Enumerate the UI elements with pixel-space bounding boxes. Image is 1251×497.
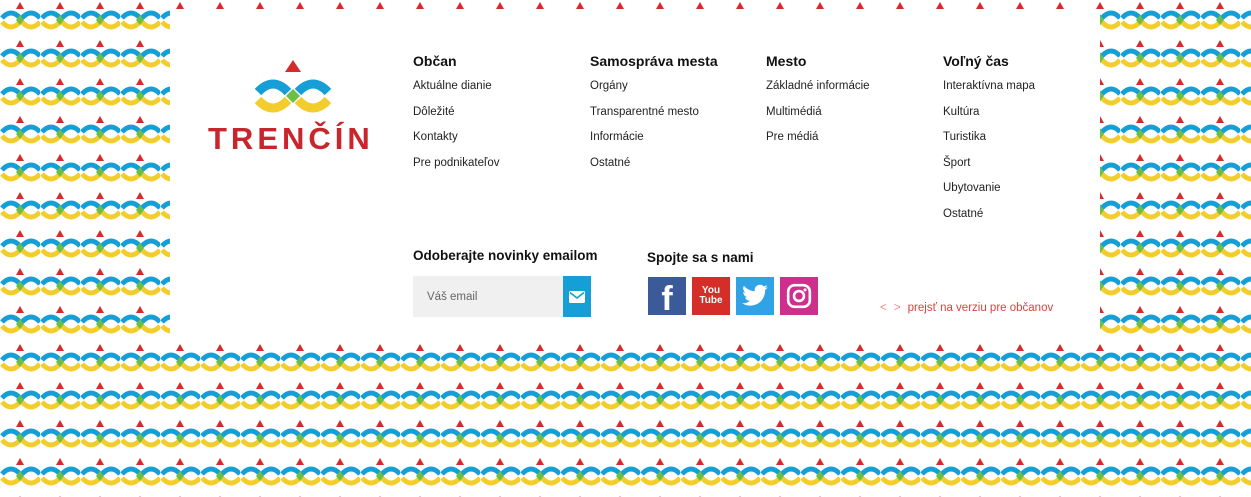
footer-link[interactable]: Šport <box>943 156 1035 182</box>
chevrons-icon: < > <box>880 302 903 314</box>
envelope-icon <box>569 290 585 303</box>
twitter-button[interactable] <box>736 277 774 315</box>
instagram-button[interactable] <box>780 277 818 315</box>
newsletter-form <box>413 276 591 317</box>
footer-column-samosprava: Samospráva mesta Orgány Transparentné me… <box>590 53 718 181</box>
social-title: Spojte sa s nami <box>647 250 754 265</box>
footer-link[interactable]: Informácie <box>590 130 718 156</box>
column-title: Mesto <box>766 53 807 69</box>
footer-link[interactable]: Kontakty <box>413 130 499 156</box>
footer-link[interactable]: Turistika <box>943 130 1035 156</box>
footer-column-obcan: Občan Aktuálne dianie Dôležité Kontakty … <box>413 53 499 181</box>
footer-column-mesto: Mesto Základné informácie Multimédiá Pre… <box>766 53 870 156</box>
newsletter-title: Odoberajte novinky emailom <box>413 248 598 263</box>
footer-link[interactable]: Orgány <box>590 79 718 105</box>
brand-name: TRENČÍN <box>208 121 374 156</box>
citizen-version-label: prejsť na verziu pre občanov <box>907 302 1054 314</box>
subscribe-button[interactable] <box>563 276 591 317</box>
footer-link[interactable]: Ostatné <box>590 156 718 182</box>
twitter-icon <box>742 284 768 306</box>
footer-link[interactable]: Ubytovanie <box>943 181 1035 207</box>
footer-link[interactable]: Základné informácie <box>766 79 870 105</box>
instagram-icon <box>786 283 812 309</box>
footer-link[interactable]: Aktuálne dianie <box>413 79 499 105</box>
footer-link[interactable]: Interaktívna mapa <box>943 79 1035 105</box>
footer-link[interactable]: Pre médiá <box>766 130 870 156</box>
footer-link[interactable]: Ostatné <box>943 207 1035 233</box>
facebook-icon: f <box>661 280 673 318</box>
youtube-button[interactable]: You Tube <box>692 277 730 315</box>
social-links: f You Tube <box>648 277 818 318</box>
footer-link[interactable]: Transparentné mesto <box>590 105 718 131</box>
footer-link[interactable]: Kultúra <box>943 105 1035 131</box>
footer-panel: TRENČÍN Občan Aktuálne dianie Dôležité K… <box>170 10 1100 335</box>
footer-link[interactable]: Dôležité <box>413 105 499 131</box>
footer-link[interactable]: Multimédiá <box>766 105 870 131</box>
footer-column-volny-cas: Voľný čas Interaktívna mapa Kultúra Turi… <box>943 53 1035 232</box>
column-title: Občan <box>413 53 457 69</box>
column-title: Samospráva mesta <box>590 53 718 69</box>
youtube-icon: You Tube <box>699 285 723 306</box>
facebook-button[interactable]: f <box>648 277 686 318</box>
citizen-version-link[interactable]: < > prejsť na verziu pre občanov <box>880 302 1053 314</box>
column-title: Voľný čas <box>943 53 1009 69</box>
email-input[interactable] <box>413 276 563 317</box>
footer-link[interactable]: Pre podnikateľov <box>413 156 499 182</box>
